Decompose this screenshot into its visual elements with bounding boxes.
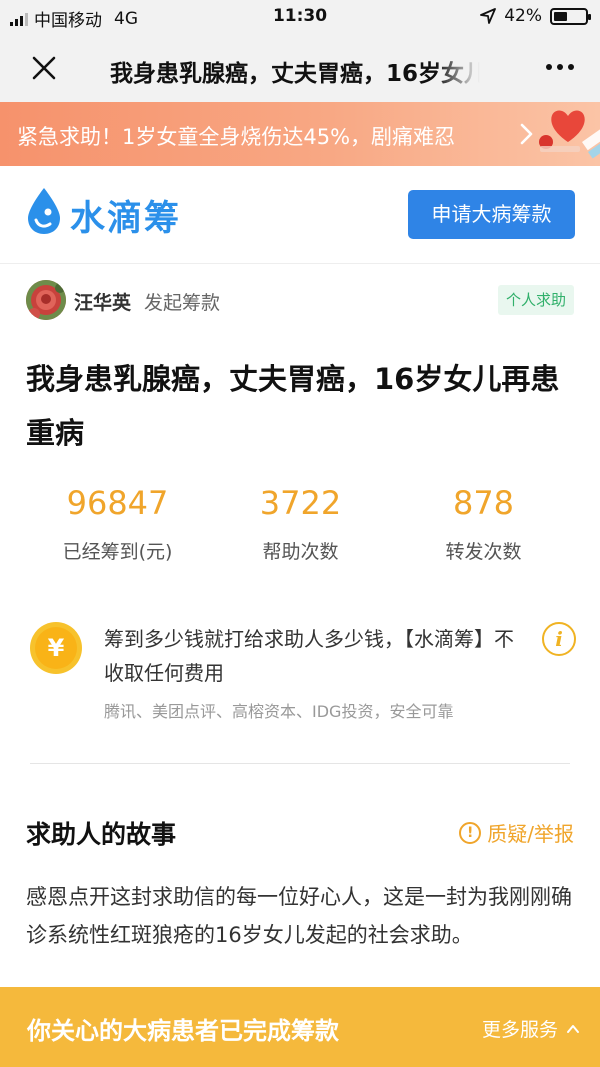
info-icon[interactable]: i <box>542 622 576 656</box>
water-drop-logo <box>28 188 60 234</box>
stat-shares: 878 转发次数 <box>392 482 575 564</box>
author-row: 汪华英 发起筹款 个人求助 <box>0 264 600 338</box>
stat-value: 96847 <box>66 484 169 522</box>
warning-icon: ! <box>459 821 482 844</box>
bottom-bar[interactable]: 你关心的大病患者已完成筹款 更多服务 <box>0 987 600 1067</box>
story-title: 求助人的故事 <box>26 820 177 849</box>
request-type-badge: 个人求助 <box>497 285 574 315</box>
status-right: 42% <box>480 6 591 26</box>
yuan-coin-icon: ¥ <box>30 622 82 674</box>
divider <box>30 763 570 764</box>
close-icon[interactable] <box>28 52 60 84</box>
apply-fundraising-button[interactable]: 申请大病筹款 <box>408 190 575 239</box>
stats-row: 96847 已经筹到(元) 3722 帮助次数 878 转发次数 <box>26 482 574 582</box>
notice-text: 筹到多少钱就打给求助人多少钱，【水滴筹】不收取任何费用 <box>104 627 514 685</box>
banner-text: 紧急求助！1岁女童全身烧伤达45%，剧痛难忍 <box>17 125 456 149</box>
location-arrow-icon <box>480 8 497 24</box>
status-bar: 中国移动 4G 11:30 42% <box>0 0 600 34</box>
stat-raised: 96847 已经筹到(元) <box>26 482 209 564</box>
report-link[interactable]: ! 质疑/举报 <box>459 818 574 847</box>
more-services-label: 更多服务 <box>481 1019 558 1041</box>
rose-avatar-image <box>26 280 66 320</box>
more-services-button[interactable]: 更多服务 <box>482 1015 580 1042</box>
author-action: 发起筹款 <box>144 292 221 314</box>
stat-label: 已经筹到(元) <box>62 541 173 563</box>
coin-symbol: ¥ <box>35 627 77 669</box>
report-label: 质疑/举报 <box>487 822 574 846</box>
battery-percent: 42% <box>504 6 542 26</box>
stat-value: 3722 <box>259 484 342 522</box>
battery-fill <box>554 11 567 21</box>
avatar[interactable] <box>26 280 66 320</box>
brand-bar: 水滴筹 申请大病筹款 <box>0 166 600 264</box>
stat-helps: 3722 帮助次数 <box>209 482 392 564</box>
author-name: 汪华英 <box>74 292 132 314</box>
nav-bar: 我身患乳腺癌，丈夫胃癌，16岁女儿再患重病 <box>0 34 600 102</box>
stat-label: 帮助次数 <box>262 541 339 563</box>
brand-name: 水滴筹 <box>70 199 182 239</box>
stat-label: 转发次数 <box>445 541 522 563</box>
more-dots-icon[interactable] <box>546 58 574 76</box>
stat-value: 878 <box>452 484 515 522</box>
fee-notice: ¥ 筹到多少钱就打给求助人多少钱，【水滴筹】不收取任何费用 腾讯、美团点评、高榕… <box>26 612 576 732</box>
heart-gift-icon <box>539 110 600 159</box>
story-body: 感恩点开这封求助信的每一位好心人，这是一封为我刚刚确诊系统性红斑狼疮的16岁女儿… <box>26 885 572 947</box>
campaign-title: 我身患乳腺癌，丈夫胃癌，16岁女儿再患重病 <box>26 362 560 450</box>
chevron-up-icon <box>567 1024 579 1033</box>
notice-backers: 腾讯、美团点评、高榕资本、IDG投资，安全可靠 <box>104 702 454 721</box>
promo-banner[interactable]: 紧急求助！1岁女童全身烧伤达45%，剧痛难忍 <box>0 102 600 166</box>
bottom-bar-text: 你关心的大病患者已完成筹款 <box>27 1017 339 1045</box>
nav-title: 我身患乳腺癌，丈夫胃癌，16岁女儿再患重病 <box>110 61 480 87</box>
battery-icon <box>550 7 591 25</box>
